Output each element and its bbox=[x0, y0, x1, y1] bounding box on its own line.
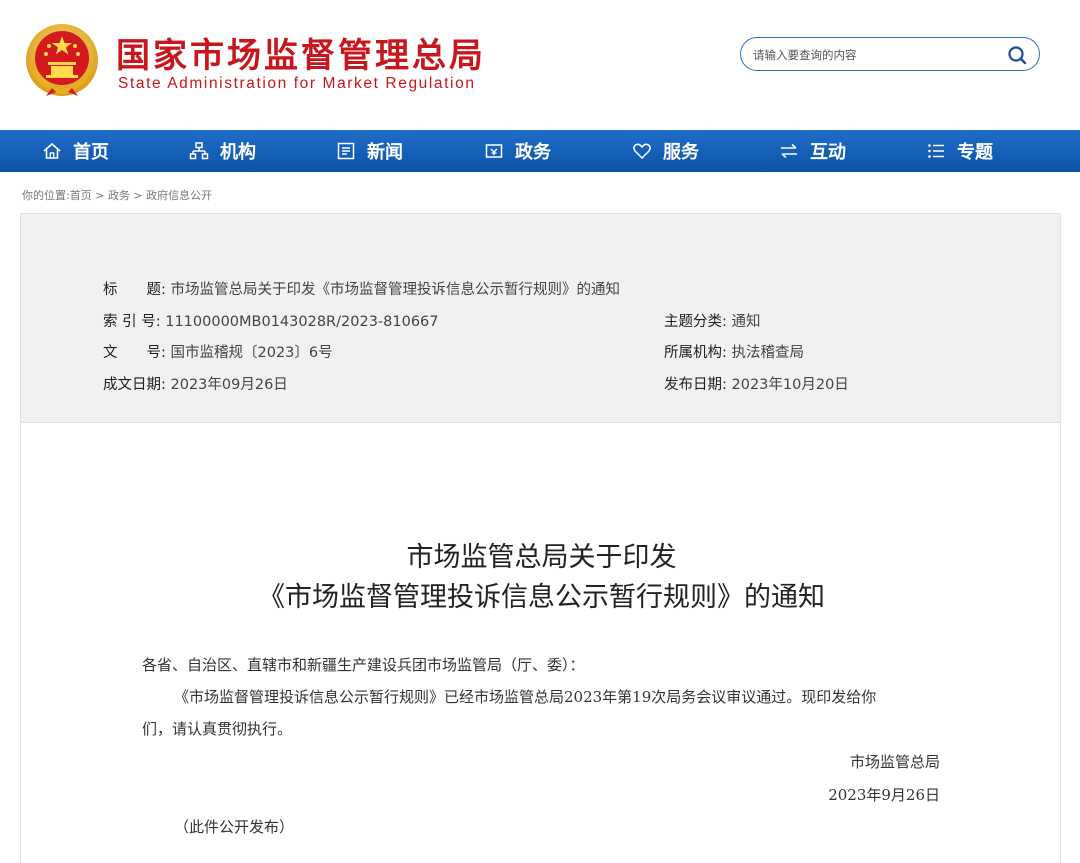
document-content: 市场监管总局关于印发 《市场监督管理投诉信息公示暂行规则》的通知 各省、自治区、… bbox=[20, 423, 1061, 863]
document-title-line2: 《市场监督管理投诉信息公示暂行规则》的通知 bbox=[258, 582, 825, 613]
document-title-line1: 市场监管总局关于印发 bbox=[406, 542, 677, 573]
meta-index-row: 索 引 号: 11100000MB0143028R/2023-810667 bbox=[103, 310, 439, 331]
breadcrumb-item-home[interactable]: 首页 bbox=[70, 189, 92, 202]
meta-pubdate-label: 发布日期: bbox=[664, 377, 727, 393]
breadcrumb-item-government-affairs[interactable]: 政务 bbox=[108, 189, 130, 202]
site-subtitle: State Administration for Market Regulati… bbox=[118, 75, 476, 92]
document-meta-panel: 标 题: 市场监管总局关于印发《市场监督管理投诉信息公示暂行规则》的通知 索 引… bbox=[20, 213, 1061, 423]
meta-topic-label: 主题分类: bbox=[664, 314, 727, 330]
nav-label: 机构 bbox=[220, 142, 256, 163]
site-title[interactable]: 国家市场监督管理总局 bbox=[116, 28, 486, 77]
meta-org-row: 所属机构: 执法稽查局 bbox=[664, 341, 804, 362]
meta-index-label: 索 引 号: bbox=[103, 314, 161, 330]
site-header: 国家市场监督管理总局 State Administration for Mark… bbox=[0, 0, 1080, 130]
breadcrumb-item-info-disclosure[interactable]: 政府信息公开 bbox=[146, 189, 212, 202]
meta-title-label: 标 题: bbox=[103, 282, 166, 298]
meta-date-row: 成文日期: 2023年09月26日 bbox=[103, 373, 288, 394]
search-icon[interactable] bbox=[1007, 45, 1027, 65]
nav-item-home[interactable]: 首页 bbox=[42, 130, 109, 172]
home-icon bbox=[42, 141, 62, 161]
breadcrumb-separator: > bbox=[129, 189, 147, 202]
heart-icon bbox=[632, 141, 652, 161]
nav-item-news[interactable]: 新闻 bbox=[336, 130, 403, 172]
document-note: （此件公开发布） bbox=[174, 818, 295, 836]
nav-label: 专题 bbox=[957, 142, 993, 163]
nav-item-institutions[interactable]: 机构 bbox=[189, 130, 256, 172]
nav-item-services[interactable]: 服务 bbox=[632, 130, 699, 172]
government-icon bbox=[484, 141, 504, 161]
meta-org-value: 执法稽查局 bbox=[731, 345, 805, 361]
meta-docno-row: 文 号: 国市监稽规〔2023〕6号 bbox=[103, 341, 333, 362]
nav-item-government-affairs[interactable]: 政务 bbox=[484, 130, 551, 172]
meta-docno-label: 文 号: bbox=[103, 345, 166, 361]
document-sign-date: 2023年9月26日 bbox=[828, 786, 940, 804]
national-emblem-icon[interactable] bbox=[24, 22, 100, 98]
breadcrumb-separator: > bbox=[91, 189, 108, 202]
document-paragraph-line1: 《市场监督管理投诉信息公示暂行规则》已经市场监管总局2023年第19次局务会议审… bbox=[174, 688, 877, 706]
org-chart-icon bbox=[189, 141, 209, 161]
meta-pubdate-row: 发布日期: 2023年10月20日 bbox=[664, 373, 849, 394]
meta-org-label: 所属机构: bbox=[664, 345, 727, 361]
news-icon bbox=[336, 141, 356, 161]
meta-title-row: 标 题: 市场监管总局关于印发《市场监督管理投诉信息公示暂行规则》的通知 bbox=[103, 278, 620, 299]
search-input[interactable] bbox=[753, 45, 993, 65]
exchange-icon bbox=[779, 141, 799, 161]
breadcrumb: 你的位置:首页 > 政务 > 政府信息公开 bbox=[22, 187, 212, 203]
nav-item-topics[interactable]: 专题 bbox=[926, 130, 993, 172]
meta-topic-row: 主题分类: 通知 bbox=[664, 310, 761, 331]
document-signature: 市场监管总局 bbox=[849, 753, 940, 771]
breadcrumb-prefix: 你的位置: bbox=[22, 189, 70, 202]
meta-date-value: 2023年09月26日 bbox=[170, 377, 288, 393]
document-salutation: 各省、自治区、直辖市和新疆生产建设兵团市场监管局（厅、委）： bbox=[142, 656, 585, 674]
meta-title-value: 市场监管总局关于印发《市场监督管理投诉信息公示暂行规则》的通知 bbox=[170, 282, 621, 298]
document-paragraph-line2: 们，请认真贯彻执行。 bbox=[142, 720, 293, 738]
nav-label: 互动 bbox=[810, 142, 846, 163]
search-box bbox=[740, 37, 1040, 71]
meta-date-label: 成文日期: bbox=[103, 377, 166, 393]
meta-docno-value: 国市监稽规〔2023〕6号 bbox=[170, 345, 333, 361]
list-icon bbox=[926, 141, 946, 161]
nav-label: 政务 bbox=[515, 142, 551, 163]
main-nav: 首页 机构 新闻 政务 服务 互动 专题 bbox=[0, 130, 1080, 172]
nav-label: 新闻 bbox=[367, 142, 403, 163]
nav-item-interaction[interactable]: 互动 bbox=[779, 130, 846, 172]
meta-pubdate-value: 2023年10月20日 bbox=[731, 377, 849, 393]
nav-label: 首页 bbox=[73, 142, 109, 163]
nav-label: 服务 bbox=[663, 142, 699, 163]
meta-index-value: 11100000MB0143028R/2023-810667 bbox=[165, 314, 439, 330]
meta-topic-value: 通知 bbox=[731, 314, 761, 330]
